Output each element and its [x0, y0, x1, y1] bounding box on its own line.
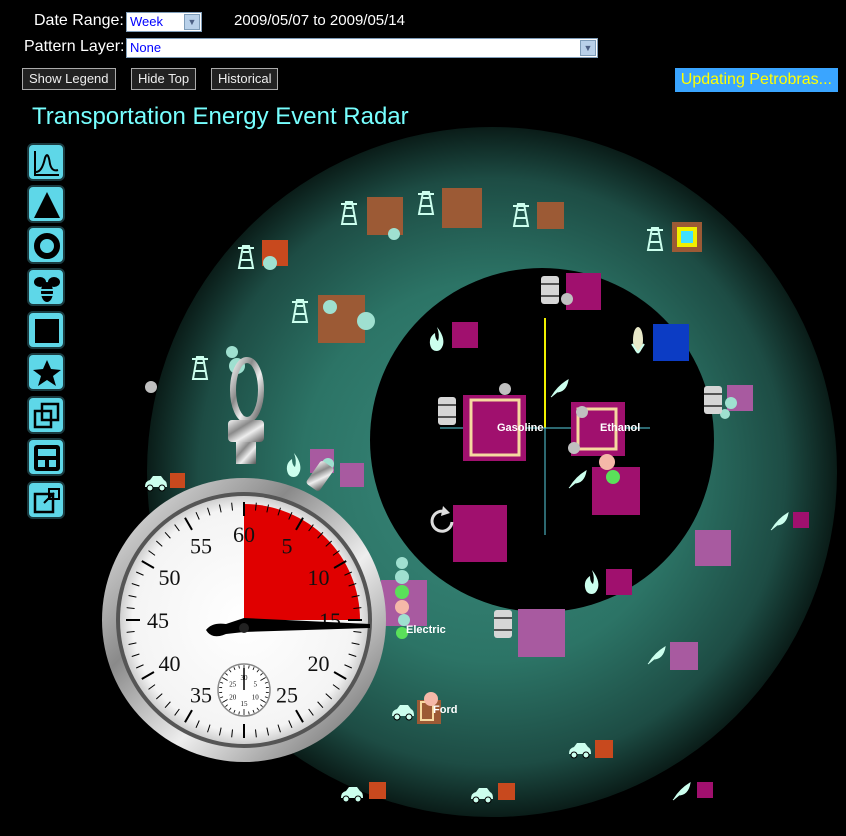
event-marker[interactable] — [452, 322, 478, 348]
event-dot[interactable] — [323, 300, 337, 314]
event-marker[interactable] — [653, 324, 689, 361]
dial-number: 60 — [233, 522, 255, 547]
event-dot[interactable] — [725, 397, 737, 409]
event-dot[interactable] — [396, 557, 408, 569]
oil-barrel-icon — [437, 396, 457, 426]
event-radar[interactable]: Gasoline Ethanol Electric Ford 60 5101520… — [0, 96, 846, 836]
event-marker[interactable] — [170, 473, 185, 488]
pattern-layer-label: Pattern Layer: — [24, 38, 125, 55]
inner-radar-core — [370, 268, 714, 612]
event-marker[interactable] — [498, 783, 515, 800]
event-dot[interactable] — [576, 406, 588, 418]
event-dot[interactable] — [357, 312, 375, 330]
ethanol-label[interactable]: Ethanol — [600, 422, 640, 434]
ring-icon[interactable] — [27, 226, 65, 264]
chart-icon[interactable] — [27, 143, 65, 181]
event-dot[interactable] — [568, 442, 580, 454]
event-marker[interactable] — [369, 782, 386, 799]
event-dot[interactable] — [606, 470, 620, 484]
event-dot[interactable] — [395, 600, 409, 614]
hide-top-button[interactable]: Hide Top — [131, 68, 197, 90]
oil-barrel-icon — [493, 609, 513, 639]
event-marker[interactable] — [695, 530, 731, 566]
event-marker[interactable] — [670, 642, 698, 670]
event-dot[interactable] — [499, 383, 511, 395]
top-toolbar: Date Range: Week ▼ 2009/05/07 to 2009/05… — [0, 0, 846, 96]
dial-number: 45 — [147, 608, 169, 633]
leaf-icon — [672, 782, 691, 801]
event-dot[interactable] — [388, 228, 400, 240]
chevron-down-icon[interactable]: ▼ — [580, 40, 596, 56]
event-marker[interactable] — [537, 202, 564, 229]
electric-label[interactable]: Electric — [406, 624, 446, 636]
triangle-icon[interactable] — [27, 185, 65, 223]
event-dot[interactable] — [395, 585, 409, 599]
export-icon[interactable] — [27, 481, 65, 519]
layout-icon[interactable] — [27, 438, 65, 476]
event-marker[interactable] — [793, 512, 809, 528]
historical-button[interactable]: Historical — [211, 68, 279, 90]
date-range-select[interactable]: Week ▼ — [126, 12, 202, 32]
event-marker[interactable] — [442, 188, 482, 228]
show-legend-button[interactable]: Show Legend — [22, 68, 116, 90]
star-icon[interactable] — [27, 353, 65, 391]
event-dot[interactable] — [226, 346, 238, 358]
event-dot[interactable] — [395, 570, 409, 584]
sub-dial-number: 25 — [229, 681, 237, 689]
event-marker[interactable] — [595, 740, 613, 758]
bee-icon[interactable] — [27, 268, 65, 306]
dial-number: 5 — [282, 534, 293, 559]
layers-icon[interactable] — [27, 396, 65, 434]
pattern-layer-value: None — [130, 40, 162, 55]
pattern-layer-select[interactable]: None ▼ — [126, 38, 598, 58]
dial-number: 35 — [190, 682, 212, 707]
dial-number: 10 — [307, 565, 329, 590]
sub-dial-number: 20 — [229, 694, 237, 702]
event-marker[interactable] — [518, 609, 565, 657]
dial-number: 50 — [159, 565, 181, 590]
date-range-label: Date Range: — [34, 12, 124, 29]
dial-number: 55 — [190, 534, 212, 559]
ford-label[interactable]: Ford — [433, 704, 457, 716]
event-marker[interactable] — [606, 569, 632, 595]
gasoline-label[interactable]: Gasoline — [497, 422, 543, 434]
status-message: Updating Petrobras... — [674, 68, 838, 92]
chevron-down-icon[interactable]: ▼ — [184, 14, 200, 30]
sub-dial-number: 10 — [252, 694, 260, 702]
sub-dial-number: 15 — [241, 700, 249, 708]
event-dot[interactable] — [263, 256, 277, 270]
event-dot[interactable] — [145, 381, 157, 393]
event-marker[interactable] — [566, 273, 601, 310]
event-marker-core[interactable] — [681, 231, 693, 243]
event-marker[interactable] — [453, 505, 507, 562]
date-span-text: 2009/05/07 to 2009/05/14 — [234, 12, 405, 29]
date-range-value: Week — [130, 14, 163, 29]
dial-number: 25 — [276, 682, 298, 707]
event-dot[interactable] — [561, 293, 573, 305]
event-marker[interactable] — [340, 463, 364, 487]
page-title: Transportation Energy Event Radar — [32, 103, 409, 130]
square-icon[interactable] — [27, 311, 65, 349]
oil-barrel-icon — [540, 275, 560, 305]
event-dot[interactable] — [599, 454, 615, 470]
dial-number: 20 — [307, 651, 329, 676]
oil-barrel-icon — [703, 385, 723, 415]
dial-number: 40 — [159, 651, 181, 676]
sub-dial-number: 5 — [254, 681, 258, 689]
event-marker[interactable] — [697, 782, 713, 798]
